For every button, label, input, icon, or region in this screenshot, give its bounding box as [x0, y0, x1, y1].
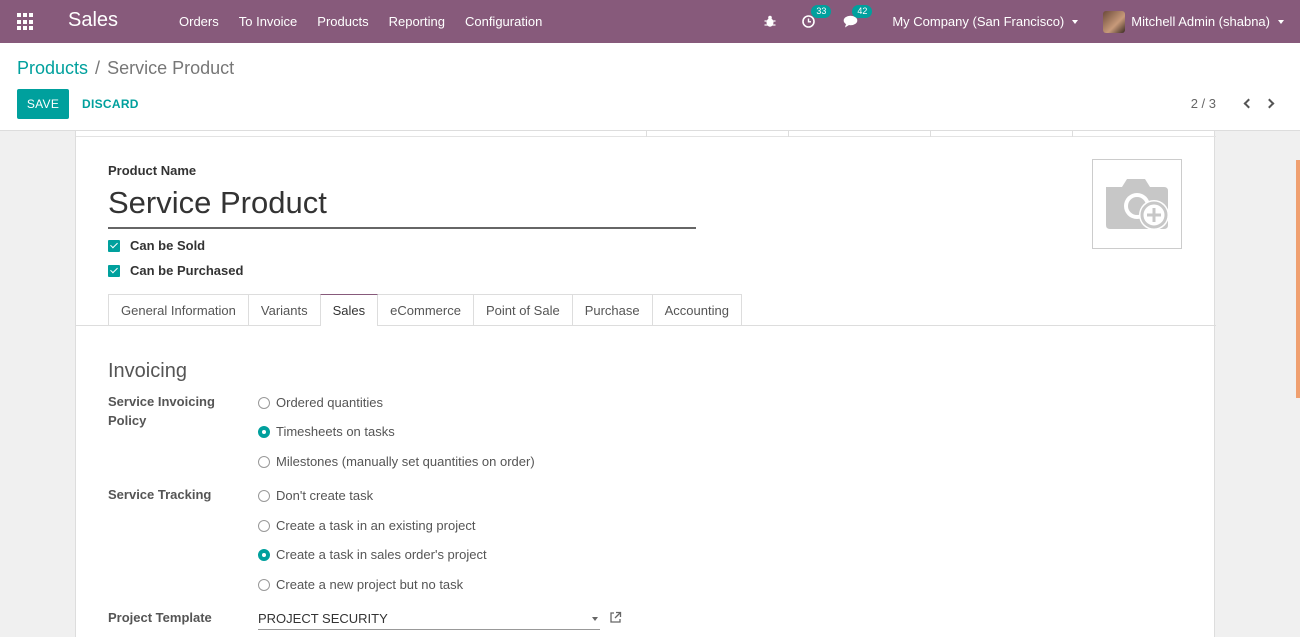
- radio-dont-create-task[interactable]: Don't create task: [258, 488, 373, 503]
- pager-previous-button[interactable]: [1240, 95, 1254, 111]
- breadcrumb-separator: /: [95, 58, 101, 78]
- external-link-icon[interactable]: [609, 611, 622, 627]
- tab-variants[interactable]: Variants: [247, 294, 321, 326]
- radio-timesheets-on-tasks[interactable]: Timesheets on tasks: [258, 424, 395, 439]
- chevron-right-icon: [1264, 98, 1275, 108]
- breadcrumb-current: Service Product: [107, 58, 235, 78]
- smart-button-box: [76, 131, 1216, 137]
- tabs-divider: [76, 325, 1216, 326]
- discard-button[interactable]: DISCARD: [78, 89, 143, 119]
- menu-products[interactable]: Products: [307, 14, 378, 29]
- tab-accounting[interactable]: Accounting: [651, 294, 742, 326]
- systray: 33 42 My Company (San Francisco) Mitchel…: [764, 0, 1300, 43]
- menu-orders[interactable]: Orders: [169, 14, 229, 29]
- radio-ordered-quantities[interactable]: Ordered quantities: [258, 395, 383, 410]
- avatar: [1103, 10, 1126, 33]
- radio-label: Timesheets on tasks: [276, 424, 395, 439]
- can-be-purchased-label: Can be Purchased: [130, 263, 244, 278]
- service-tracking-label: Service Tracking: [108, 487, 212, 502]
- radio-button[interactable]: [258, 455, 270, 468]
- project-template-select[interactable]: PROJECT SECURITY: [258, 608, 600, 630]
- radio-label: Ordered quantities: [276, 395, 383, 410]
- menu-reporting[interactable]: Reporting: [379, 14, 455, 29]
- chevron-left-icon: [1243, 98, 1254, 108]
- radio-label: Create a task in sales order's project: [276, 547, 487, 562]
- control-panel: Products / Service Product SAVE DISCARD 2 …: [0, 43, 1300, 131]
- radio-button-selected[interactable]: [258, 548, 270, 561]
- can-be-purchased-checkbox[interactable]: [108, 264, 120, 277]
- radio-milestones[interactable]: Milestones (manually set quantities on o…: [258, 454, 535, 469]
- form-sheet: Product Name Service Product Can be Sold…: [75, 131, 1216, 637]
- radio-button-selected[interactable]: [258, 425, 270, 438]
- radio-label: Create a task in an existing project: [276, 518, 476, 533]
- pager-value[interactable]: 2 / 3: [1191, 96, 1216, 111]
- messages-badge: 42: [852, 5, 873, 18]
- can-be-purchased-row: Can be Purchased: [108, 263, 243, 278]
- camera-add-icon: [1106, 179, 1169, 230]
- activity-badge: 33: [811, 5, 832, 18]
- radio-task-existing-project[interactable]: Create a task in an existing project: [258, 518, 475, 533]
- company-switcher[interactable]: My Company (San Francisco): [892, 14, 1079, 29]
- radio-label: Milestones (manually set quantities on o…: [276, 454, 535, 469]
- product-image-upload[interactable]: [1092, 159, 1182, 249]
- product-name-field[interactable]: Service Product: [108, 183, 696, 229]
- radio-label: Create a new project but no task: [276, 577, 464, 592]
- project-template-label: Project Template: [108, 610, 212, 625]
- caret-down-icon: [1278, 19, 1284, 24]
- radio-button[interactable]: [258, 519, 270, 532]
- caret-down-icon: [1072, 19, 1079, 24]
- tab-general-information[interactable]: General Information: [108, 294, 249, 326]
- breadcrumb: Products / Service Product: [17, 58, 234, 79]
- top-navbar: Sales Orders To Invoice Products Reporti…: [0, 0, 1300, 43]
- menu-to-invoice[interactable]: To Invoice: [229, 14, 308, 29]
- user-menu[interactable]: Mitchell Admin (shabna): [1103, 10, 1284, 33]
- debug-bug-icon[interactable]: [764, 15, 776, 28]
- can-be-sold-label: Can be Sold: [130, 238, 206, 253]
- can-be-sold-row: Can be Sold: [108, 238, 205, 253]
- service-invoicing-policy-label: Service Invoicing Policy: [108, 394, 215, 428]
- apps-grid-icon[interactable]: [17, 13, 35, 31]
- radio-button[interactable]: [258, 489, 270, 502]
- company-name: My Company (San Francisco): [892, 14, 1065, 29]
- pager: 2 / 3: [1191, 95, 1278, 111]
- scrollbar[interactable]: [1296, 160, 1300, 398]
- app-name: Sales: [68, 9, 119, 31]
- notebook-tabs: General Information Variants Sales eComm…: [108, 294, 742, 326]
- project-template-value: PROJECT SECURITY: [258, 611, 388, 626]
- radio-button[interactable]: [258, 396, 270, 409]
- user-name: Mitchell Admin (shabna): [1131, 14, 1270, 29]
- main-menu: Orders To Invoice Products Reporting Con…: [169, 0, 552, 43]
- radio-button[interactable]: [258, 578, 270, 591]
- tab-point-of-sale[interactable]: Point of Sale: [472, 294, 573, 326]
- menu-configuration[interactable]: Configuration: [455, 14, 552, 29]
- save-button[interactable]: SAVE: [17, 89, 69, 119]
- radio-task-sales-order-project[interactable]: Create a task in sales order's project: [258, 547, 487, 562]
- radio-new-project-no-task[interactable]: Create a new project but no task: [258, 577, 463, 592]
- tab-purchase[interactable]: Purchase: [571, 294, 653, 326]
- activity-clock-icon[interactable]: 33: [802, 5, 832, 28]
- caret-down-icon: [592, 617, 598, 621]
- pager-next-button[interactable]: [1264, 95, 1278, 111]
- product-name-label: Product Name: [108, 163, 197, 178]
- messages-chat-icon[interactable]: 42: [843, 5, 873, 28]
- breadcrumb-products-link[interactable]: Products: [17, 58, 88, 78]
- tab-sales[interactable]: Sales: [319, 294, 379, 326]
- radio-label: Don't create task: [276, 488, 374, 503]
- can-be-sold-checkbox[interactable]: [108, 239, 120, 252]
- tab-ecommerce[interactable]: eCommerce: [377, 294, 474, 326]
- section-title-invoicing: Invoicing: [108, 360, 187, 382]
